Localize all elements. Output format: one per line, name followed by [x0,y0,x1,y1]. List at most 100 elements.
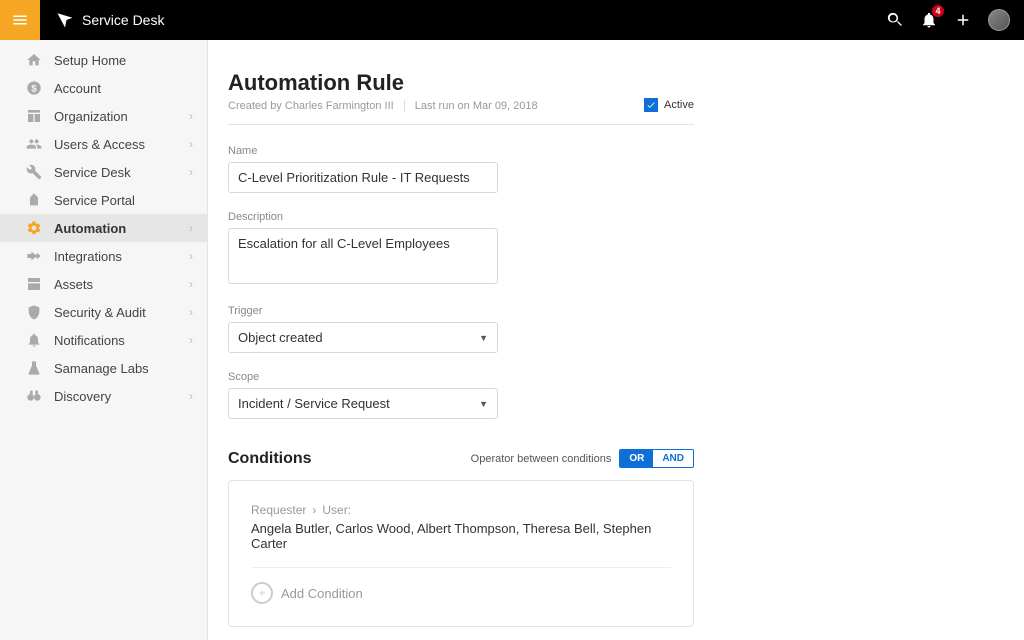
active-checkbox[interactable]: Active [644,98,694,112]
operator-label: Operator between conditions [471,453,612,465]
condition-value: Angela Butler, Carlos Wood, Albert Thomp… [251,521,671,568]
avatar[interactable] [988,9,1010,31]
sidebar-item-users-access[interactable]: Users & Access › [0,130,207,158]
chevron-right-icon: › [189,165,193,179]
sidebar-item-account[interactable]: $ Account [0,74,207,102]
page-header: Automation Rule Created by Charles Farmi… [228,70,694,125]
dollar-icon: $ [24,80,44,96]
created-by: Created by Charles Farmington III [228,100,394,112]
organization-icon [24,108,44,124]
sidebar-item-automation[interactable]: Automation › [0,214,207,242]
sidebar-item-notifications[interactable]: Notifications › [0,326,207,354]
sidebar-item-discovery[interactable]: Discovery › [0,382,207,410]
notification-badge: 4 [932,5,944,17]
sidebar-item-label: Users & Access [54,137,189,152]
field-trigger: Trigger Object created ▼ [228,305,694,353]
field-label: Name [228,145,694,157]
home-icon [24,52,44,68]
caret-down-icon: ▼ [479,333,488,343]
page-meta: Created by Charles Farmington III Last r… [228,100,694,112]
search-icon [886,11,904,29]
field-label: Trigger [228,305,694,317]
conditions-title: Conditions [228,450,312,468]
sidebar-item-organization[interactable]: Organization › [0,102,207,130]
conditions-header: Conditions Operator between conditions O… [228,449,694,468]
sidebar-item-label: Automation [54,221,189,236]
box-icon [24,276,44,292]
conditions-card: Requester›User: Angela Butler, Carlos Wo… [228,480,694,627]
bell-outline-icon [24,332,44,348]
active-label: Active [664,99,694,111]
field-name: Name [228,145,694,193]
chevron-right-icon: › [189,305,193,319]
sidebar-item-label: Security & Audit [54,305,189,320]
field-label: Description [228,211,694,223]
brand-logo-icon [56,11,74,29]
chevron-right-icon: › [189,249,193,263]
operator-or-button[interactable]: OR [620,450,653,467]
operator-toggle: OR AND [619,449,694,468]
flask-icon [24,360,44,376]
top-actions: 4 [886,9,1024,31]
brand-label: Service Desk [82,12,164,28]
trigger-select[interactable]: Object created ▼ [228,322,498,353]
search-button[interactable] [886,11,904,29]
sidebar-item-service-portal[interactable]: Service Portal [0,186,207,214]
select-value: Object created [238,330,323,345]
sidebar-item-label: Account [54,81,193,96]
arrows-icon [24,248,44,264]
shield-icon [24,304,44,320]
description-textarea[interactable]: Escalation for all C-Level Employees [228,228,498,284]
chevron-right-icon: › [189,389,193,403]
sidebar-item-setup-home[interactable]: Setup Home [0,46,207,74]
sidebar-item-label: Samanage Labs [54,361,193,376]
add-condition-label: Add Condition [281,586,363,601]
sidebar-item-label: Discovery [54,389,189,404]
chevron-right-icon: › [189,333,193,347]
add-condition-button[interactable]: Add Condition [251,582,671,604]
notifications-button[interactable]: 4 [920,11,938,29]
sidebar-item-label: Notifications [54,333,189,348]
select-value: Incident / Service Request [238,396,390,411]
sidebar-item-security-audit[interactable]: Security & Audit › [0,298,207,326]
page-title: Automation Rule [228,70,694,96]
wrench-icon [24,164,44,180]
scope-select[interactable]: Incident / Service Request ▼ [228,388,498,419]
sidebar-item-label: Integrations [54,249,189,264]
gear-icon [24,220,44,236]
last-run: Last run on Mar 09, 2018 [415,100,538,112]
sidebar-item-service-desk[interactable]: Service Desk › [0,158,207,186]
svg-text:$: $ [31,83,37,93]
operator-segment: Operator between conditions OR AND [471,449,694,468]
sidebar-item-assets[interactable]: Assets › [0,270,207,298]
sidebar: Setup Home $ Account Organization › User… [0,40,208,640]
condition-breadcrumb: Requester›User: [251,503,671,517]
name-input[interactable] [228,162,498,193]
sidebar-item-label: Setup Home [54,53,193,68]
plus-icon [954,11,972,29]
field-description: Description Escalation for all C-Level E… [228,211,694,287]
users-icon [24,136,44,152]
hamburger-icon [11,11,29,29]
chevron-right-icon: › [189,109,193,123]
sidebar-item-samanage-labs[interactable]: Samanage Labs [0,354,207,382]
main-content: Automation Rule Created by Charles Farmi… [208,40,1024,640]
field-scope: Scope Incident / Service Request ▼ [228,371,694,419]
field-label: Scope [228,371,694,383]
sidebar-item-label: Assets [54,277,189,292]
brand: Service Desk [40,11,164,29]
add-button[interactable] [954,11,972,29]
portal-icon [24,192,44,208]
chevron-right-icon: › [189,137,193,151]
sidebar-item-integrations[interactable]: Integrations › [0,242,207,270]
checkbox-checked-icon [644,98,658,112]
operator-and-button[interactable]: AND [653,450,693,467]
sidebar-item-label: Service Portal [54,193,193,208]
sidebar-item-label: Service Desk [54,165,189,180]
plus-circle-icon [251,582,273,604]
hamburger-menu[interactable] [0,0,40,40]
topbar: Service Desk 4 [0,0,1024,40]
sidebar-item-label: Organization [54,109,189,124]
binoculars-icon [24,388,44,404]
caret-down-icon: ▼ [479,399,488,409]
